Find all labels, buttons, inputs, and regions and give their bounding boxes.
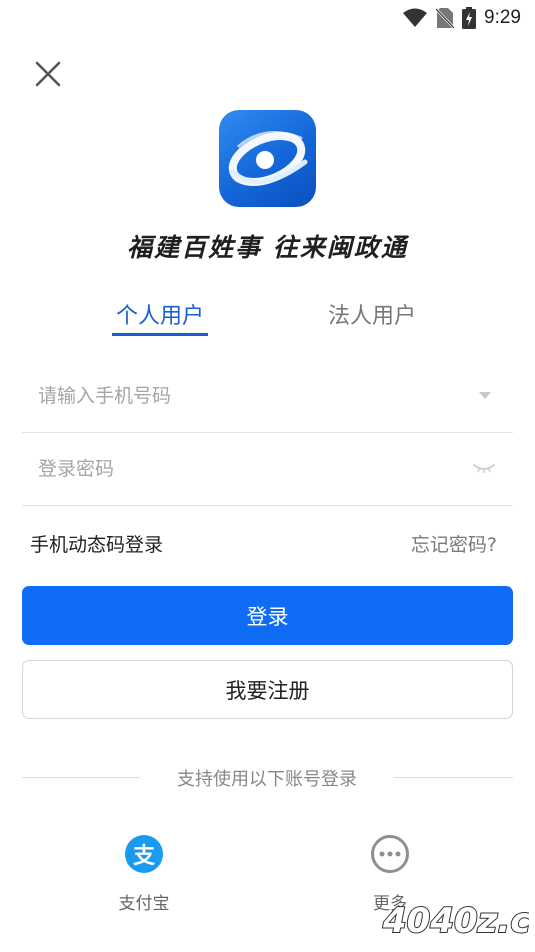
phone-field-row — [22, 360, 513, 433]
forgot-password-link[interactable]: 忘记密码? — [411, 530, 497, 557]
app-logo — [219, 110, 316, 207]
slogan: 福建百姓事 往来闽政通 — [127, 233, 408, 262]
alipay-label: 支付宝 — [118, 894, 170, 914]
active-tab-indicator — [112, 333, 208, 336]
no-sim-icon — [436, 8, 455, 29]
tab-legal-user[interactable]: 法人用户 — [324, 298, 420, 330]
divider-line-right — [394, 777, 513, 778]
caret-down-icon[interactable] — [479, 392, 491, 399]
more-icon — [379, 851, 401, 857]
app-logo-mark-icon — [228, 131, 308, 186]
login-button[interactable]: 登录 — [22, 586, 513, 645]
more-login-button[interactable] — [371, 835, 409, 873]
tab-personal-user[interactable]: 个人用户 — [112, 298, 208, 330]
eye-closed-icon[interactable] — [471, 457, 497, 477]
password-field-row — [22, 433, 513, 506]
battery-charging-icon — [462, 7, 477, 29]
phone-input[interactable] — [22, 384, 460, 408]
divider-line-left — [22, 777, 140, 778]
wifi-icon — [403, 8, 428, 27]
register-button[interactable]: 我要注册 — [22, 660, 513, 719]
status-icons: 9:29 — [402, 6, 521, 30]
close-icon — [35, 61, 61, 87]
close-button[interactable] — [30, 56, 66, 92]
status-time: 9:29 — [484, 7, 521, 28]
password-input[interactable] — [22, 457, 460, 481]
alipay-login-button[interactable]: 支 — [125, 835, 163, 873]
watermark-text: 4040z.com — [382, 901, 529, 941]
watermark-logo: 4040z.com — [381, 900, 529, 942]
third-party-divider-text: 支持使用以下账号登录 — [177, 769, 357, 790]
alipay-icon: 支 — [132, 844, 155, 869]
status-bar: 9:29 — [0, 0, 535, 36]
sms-login-link[interactable]: 手机动态码登录 — [30, 530, 163, 557]
